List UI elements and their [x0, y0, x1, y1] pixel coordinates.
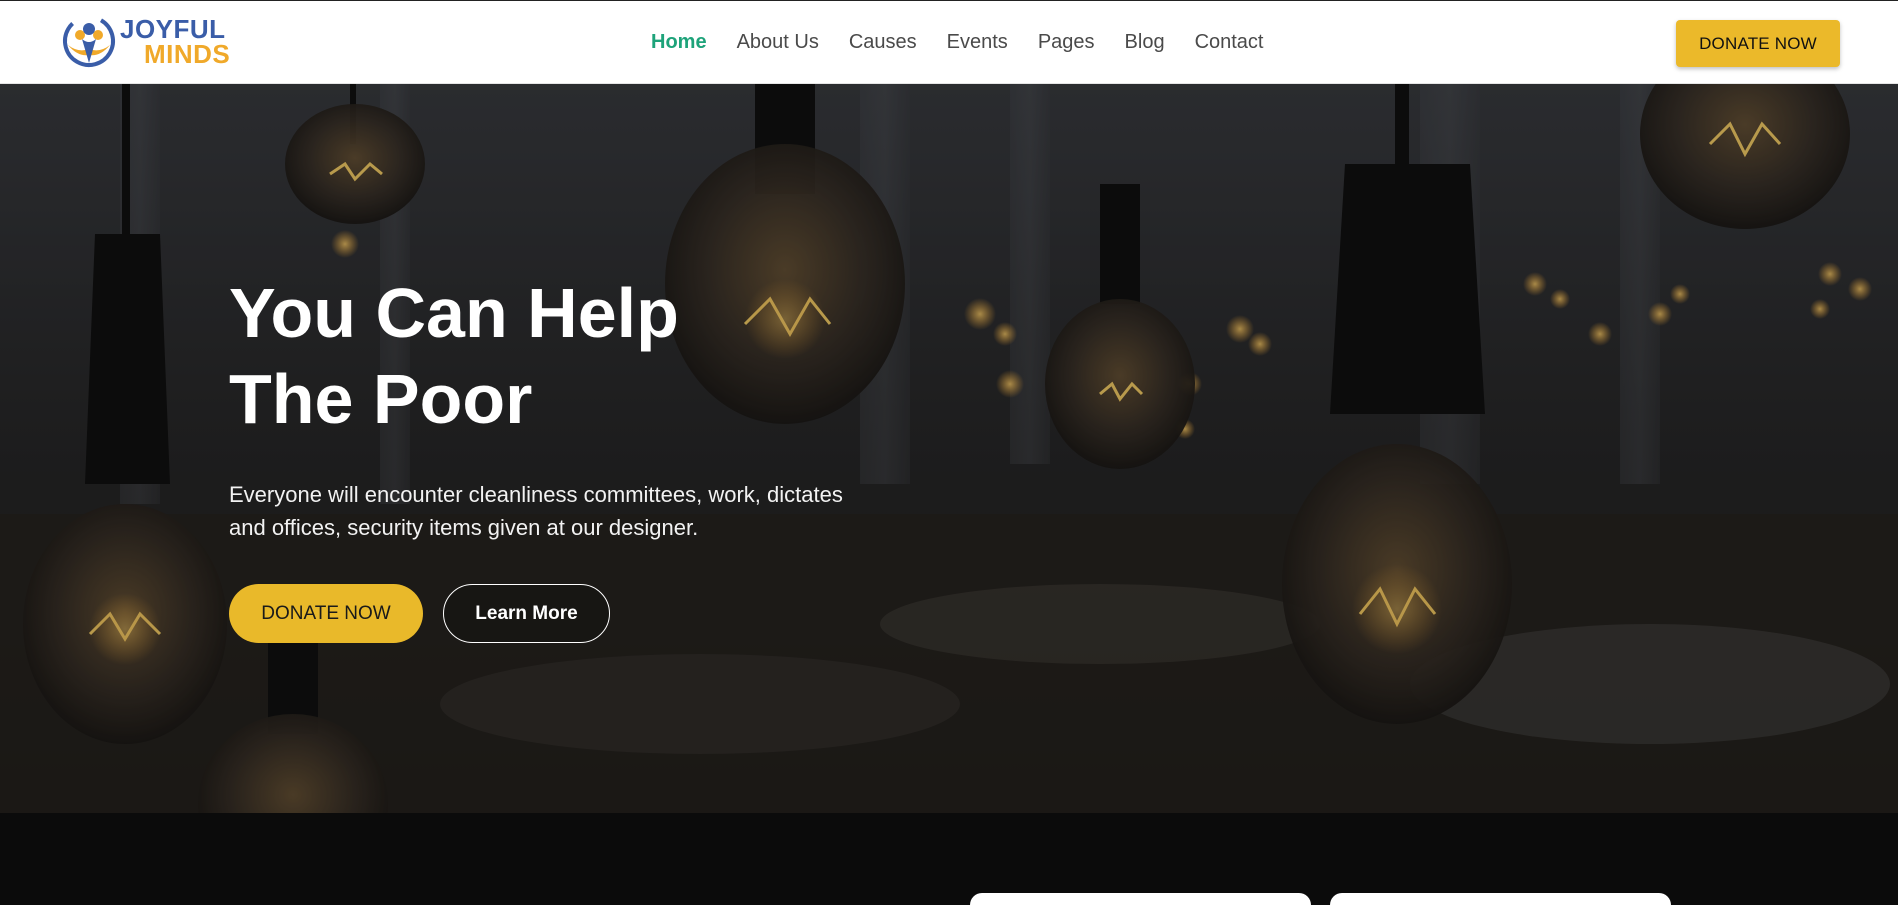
- nav-item-pages[interactable]: Pages: [1038, 29, 1095, 55]
- hero-section: You Can Help The Poor Everyone will enco…: [0, 84, 1898, 813]
- hero-content: You Can Help The Poor Everyone will enco…: [229, 270, 929, 643]
- hero-title-line1: You Can Help: [229, 274, 679, 352]
- site-logo[interactable]: JOYFUL MINDS: [58, 13, 258, 73]
- nav-item-about-us[interactable]: About Us: [737, 29, 819, 55]
- main-nav: Home About Us Causes Events Pages Blog C…: [651, 29, 1294, 55]
- nav-item-blog[interactable]: Blog: [1125, 29, 1165, 55]
- hero-description: Everyone will encounter cleanliness comm…: [229, 482, 843, 540]
- header-donate-button[interactable]: DONATE NOW: [1676, 20, 1840, 67]
- nav-item-home[interactable]: Home: [651, 29, 707, 55]
- nav-item-events[interactable]: Events: [947, 29, 1008, 55]
- logo-line2: MINDS: [144, 39, 231, 69]
- hero-buttons: DONATE NOW Learn More: [229, 584, 929, 643]
- logo-wordmark: JOYFUL MINDS: [120, 16, 231, 69]
- site-header: JOYFUL MINDS Home About Us Causes Events…: [0, 0, 1898, 84]
- dark-section: [0, 813, 1898, 905]
- card-2: [1330, 893, 1671, 905]
- hero-donate-button[interactable]: DONATE NOW: [229, 584, 423, 643]
- nav-item-causes[interactable]: Causes: [849, 29, 917, 55]
- hero-title: You Can Help The Poor: [229, 270, 789, 442]
- hero-title-line2: The Poor: [229, 360, 533, 438]
- nav-item-contact[interactable]: Contact: [1195, 29, 1264, 55]
- people-logo-icon: [63, 15, 115, 67]
- learn-more-button[interactable]: Learn More: [443, 584, 610, 643]
- card-1: [970, 893, 1311, 905]
